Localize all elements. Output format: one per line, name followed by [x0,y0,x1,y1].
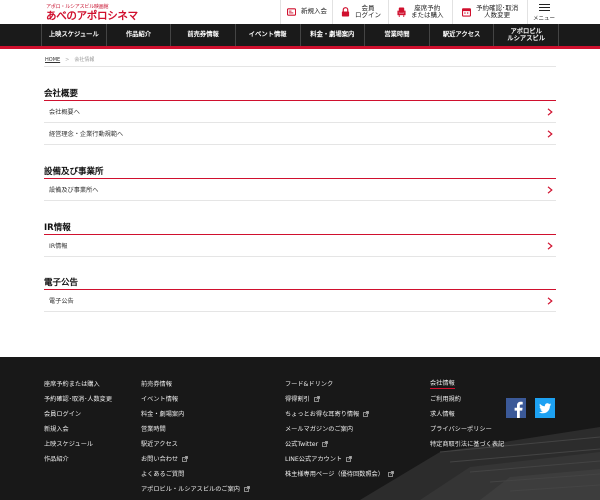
footer-link[interactable]: 作品紹介 [44,451,112,466]
footer-link[interactable]: よくあるご質問 [141,466,250,481]
breadcrumb-current: 会社情報 [74,57,95,63]
list-item[interactable]: 設備及び事業所へ [44,179,556,201]
footer-link[interactable]: 得得割引 [285,391,394,406]
member-login-label: 会員 ログイン [355,3,381,19]
new-member-label: 新規入会 [301,7,327,16]
nav-events[interactable]: イベント情報 [234,24,300,46]
hamburger-icon [538,2,550,13]
reservation-check-label: 予約確認･取消 人数変更 [476,3,519,19]
external-link-icon [313,395,320,402]
chevron-right-icon [547,297,553,305]
footer-link-company-info[interactable]: 会社情報 [430,376,504,391]
new-member-button[interactable]: 新規入会 [280,0,332,24]
seat-reservation-label: 座席予約 または購入 [411,3,444,19]
member-login-button[interactable]: 会員 ログイン [332,0,388,24]
footer-link[interactable]: 予約確認･取消･人数変更 [44,391,112,406]
section-title: 会社概要 [44,88,556,101]
footer-link[interactable]: 前売券情報 [141,376,250,391]
breadcrumb: HOME > 会社情報 [45,56,95,64]
footer-link[interactable]: 会員ログイン [44,406,112,421]
chevron-right-icon [547,108,553,116]
section-facilities: 設備及び事業所 設備及び事業所へ [44,166,556,201]
list-item-label: 経営理念・企業行動規範へ [49,131,124,138]
external-link-icon [322,440,328,447]
footer-link[interactable]: フード&ドリンク [285,376,394,391]
list-item[interactable]: 会社概要へ [44,101,556,123]
nav-schedule[interactable]: 上映スケジュール [41,24,106,46]
calendar-icon [462,8,471,17]
chevron-right-icon [547,130,553,138]
global-nav: 上映スケジュール 作品紹介 前売券情報 イベント情報 料金・劇場案内 営業時間 … [0,24,600,49]
external-link-icon [388,470,394,477]
member-card-icon [287,8,296,16]
external-link-icon [363,410,370,417]
menu-label: メニュー [532,16,555,23]
divider [44,66,556,67]
section-company-overview: 会社概要 会社概要へ 経営理念・企業行動規範へ [44,88,556,145]
chevron-right-icon [547,242,553,250]
footer-link[interactable]: 特定商取引法に基づく表記 [430,436,504,451]
nav-movies[interactable]: 作品紹介 [105,24,171,46]
footer-column-4: 会社情報 ご利用規約 求人情報 プライバシーポリシー 特定商取引法に基づく表記 [430,376,504,451]
section-title: 設備及び事業所 [44,166,556,179]
section-public-notice: 電子公告 電子公告 [44,277,556,312]
list-item-label: IR情報 [49,243,68,250]
site-footer: 座席予約または購入 予約確認･取消･人数変更 会員ログイン 新規入会 上映スケジ… [0,357,600,500]
footer-link[interactable]: お問い合わせ [141,451,250,466]
seat-icon [397,7,406,17]
footer-link[interactable]: 駅近アクセス [141,436,250,451]
footer-link[interactable]: 求人情報 [430,406,504,421]
external-link-icon [182,455,188,462]
footer-link[interactable]: メールマガジンのご案内 [285,421,394,436]
list-item-label: 電子公告 [49,298,74,305]
footer-column-2: 前売券情報 イベント情報 料金・劇場案内 営業時間 駅近アクセス お問い合わせ … [141,376,250,496]
reservation-check-button[interactable]: 予約確認･取消 人数変更 [452,0,528,24]
footer-link[interactable]: 上映スケジュール [44,436,112,451]
nav-prices-theater[interactable]: 料金・劇場案内 [299,24,365,46]
menu-button[interactable]: メニュー [528,0,560,24]
footer-column-1: 座席予約または購入 予約確認･取消･人数変更 会員ログイン 新規入会 上映スケジ… [44,376,112,466]
logo-tagline: アポロ・ルシアスビル映画館 [46,4,109,10]
chevron-right-icon [547,186,553,194]
footer-link[interactable]: 新規入会 [44,421,112,436]
seat-reservation-button[interactable]: 座席予約 または購入 [388,0,452,24]
footer-link[interactable]: イベント情報 [141,391,250,406]
footer-link[interactable]: 株主様専用ページ（優待回数照会） [285,466,394,481]
footer-link[interactable]: LINE公式アカウント [285,451,394,466]
section-title: IR情報 [44,222,556,235]
twitter-icon[interactable] [535,398,555,418]
footer-link[interactable]: アポロビル・ルシアスビルのご案内 [141,481,250,496]
breadcrumb-home[interactable]: HOME [45,57,60,63]
list-item[interactable]: 電子公告 [44,290,556,312]
nav-access[interactable]: 駅近アクセス [428,24,494,46]
footer-link[interactable]: ご利用規約 [430,391,504,406]
footer-link[interactable]: 営業時間 [141,421,250,436]
logo-name: あべのアポロシネマ [46,10,138,22]
lock-icon [341,7,350,17]
nav-hours[interactable]: 営業時間 [364,24,429,46]
list-item-label: 会社概要へ [49,109,80,116]
footer-link[interactable]: プライバシーポリシー [430,421,504,436]
footer-link[interactable]: 座席予約または購入 [44,376,112,391]
external-link-icon [346,455,352,462]
list-item[interactable]: 経営理念・企業行動規範へ [44,123,556,145]
site-logo[interactable]: アポロ・ルシアスビル映画館 あべのアポロシネマ [46,3,138,22]
footer-link[interactable]: 料金・劇場案内 [141,406,250,421]
breadcrumb-separator: > [65,56,70,63]
section-title: 電子公告 [44,277,556,290]
site-header: アポロ・ルシアスビル映画館 あべのアポロシネマ 新規入会 会員 ログイン 座席予… [0,0,600,24]
footer-link[interactable]: 公式Twitter [285,436,394,451]
facebook-icon[interactable] [506,398,526,418]
list-item[interactable]: IR情報 [44,235,556,257]
section-ir: IR情報 IR情報 [44,222,556,257]
footer-column-3: フード&ドリンク 得得割引 ちょっとお得な耳寄り情報 メールマガジンのご案内 公… [285,376,394,481]
nav-advance-tickets[interactable]: 前売券情報 [170,24,235,46]
footer-link[interactable]: ちょっとお得な耳寄り情報 [285,406,394,421]
external-link-icon [244,485,250,492]
nav-apollo-building[interactable]: アポロビル ルシアスビル [493,24,559,46]
list-item-label: 設備及び事業所へ [49,187,99,194]
